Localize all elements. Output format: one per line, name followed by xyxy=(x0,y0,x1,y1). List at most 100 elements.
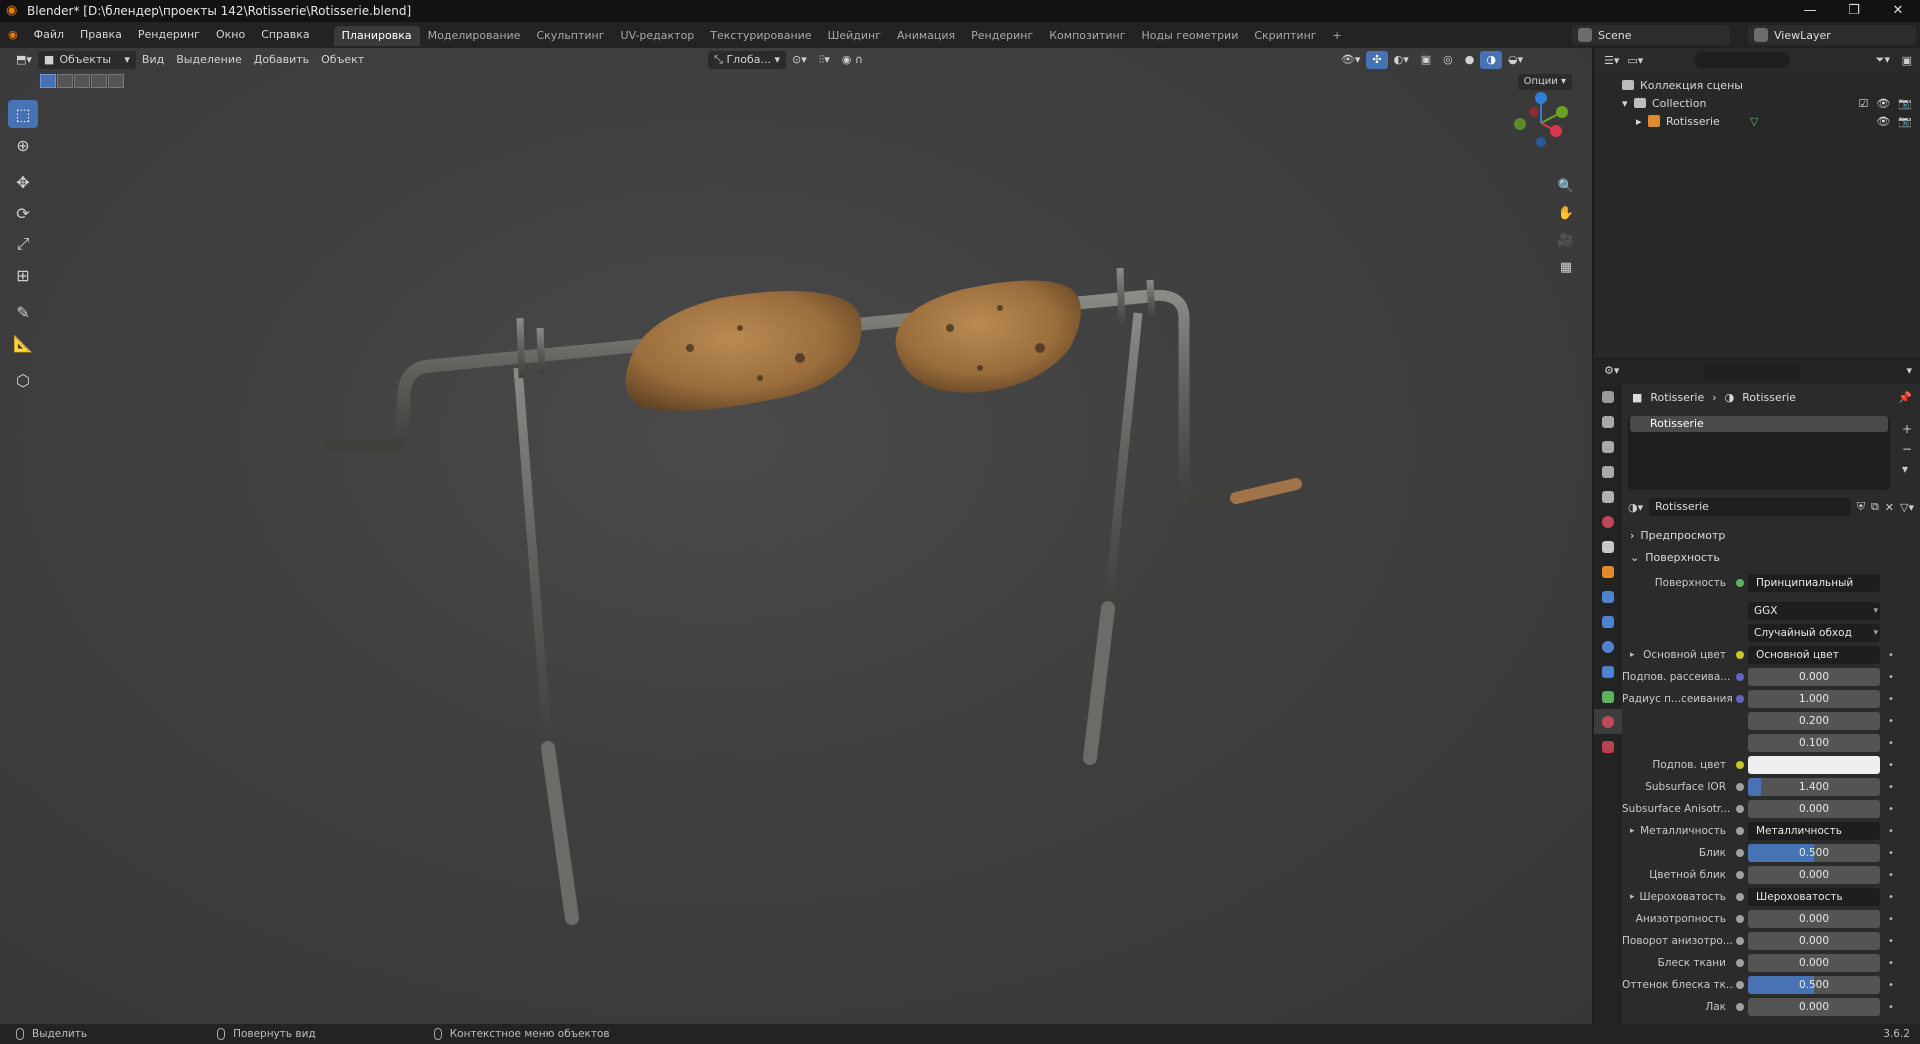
tab-texture-paint[interactable]: Текстурирование xyxy=(702,26,819,46)
outliner-search-input[interactable] xyxy=(1694,52,1790,68)
value-slider[interactable]: 0.000 xyxy=(1748,866,1880,884)
tab-modeling[interactable]: Моделирование xyxy=(420,26,529,46)
keyframe-dot-icon[interactable]: • xyxy=(1888,760,1894,771)
tab-output[interactable] xyxy=(1594,434,1622,459)
snap-icon[interactable]: ⫶⫶▾ xyxy=(813,51,836,69)
material-slot-item[interactable]: Rotisserie xyxy=(1630,416,1888,432)
tab-constraints[interactable] xyxy=(1594,659,1622,684)
expand-arrow-icon[interactable]: ▸ xyxy=(1630,826,1635,836)
menu-add[interactable]: Добавить xyxy=(248,51,315,69)
keyframe-dot-icon[interactable]: • xyxy=(1888,958,1894,969)
pivot-point-icon[interactable]: ⊙▾ xyxy=(786,51,813,69)
add-cube-tool-icon[interactable]: ⬡ xyxy=(8,366,38,394)
menu-help[interactable]: Справка xyxy=(253,22,317,48)
annotate-tool-icon[interactable]: ✎ xyxy=(8,298,38,326)
gizmo-neg-x-axis[interactable] xyxy=(1529,107,1539,117)
value-slider[interactable]: 0.000 xyxy=(1748,998,1880,1016)
linked-input-field[interactable]: Металличность xyxy=(1748,822,1880,840)
material-slot-list[interactable]: Rotisserie xyxy=(1628,416,1890,490)
distribution-select[interactable]: GGX ▾ xyxy=(1748,602,1880,620)
input-socket-icon[interactable] xyxy=(1736,849,1744,857)
input-socket-icon[interactable] xyxy=(1736,651,1744,659)
value-slider[interactable]: 0.000 xyxy=(1748,668,1880,686)
input-socket-icon[interactable] xyxy=(1736,1003,1744,1011)
keyframe-dot-icon[interactable]: • xyxy=(1888,782,1894,793)
keyframe-dot-icon[interactable]: • xyxy=(1888,672,1894,683)
shading-wireframe-icon[interactable]: ◎ xyxy=(1437,51,1459,69)
select-extend-icon[interactable] xyxy=(57,74,73,88)
properties-editor-type-icon[interactable]: ⚙▾ xyxy=(1604,364,1619,377)
menu-object[interactable]: Объект xyxy=(315,51,370,69)
input-socket-icon[interactable] xyxy=(1736,937,1744,945)
scale-tool-icon[interactable]: ⤢ xyxy=(8,230,38,258)
keyframe-dot-icon[interactable]: • xyxy=(1888,826,1894,837)
pin-icon[interactable]: 📌 xyxy=(1898,391,1912,404)
tab-world[interactable] xyxy=(1594,509,1622,534)
tab-collection[interactable] xyxy=(1594,534,1622,559)
keyframe-dot-icon[interactable]: • xyxy=(1888,914,1894,925)
keyframe-dot-icon[interactable]: • xyxy=(1888,892,1894,903)
keyframe-dot-icon[interactable]: • xyxy=(1888,804,1894,815)
tab-uv-editing[interactable]: UV-редактор xyxy=(613,26,703,46)
subsurface-method-select[interactable]: Случайный обход ▾ xyxy=(1748,624,1880,642)
visibility-icon[interactable]: 👁▾ xyxy=(1335,51,1367,69)
render-camera-icon[interactable]: 📷 xyxy=(1898,115,1912,128)
shading-solid-icon[interactable]: ● xyxy=(1459,51,1481,69)
add-workspace-icon[interactable]: + xyxy=(1325,26,1350,46)
grid-perspective-icon[interactable]: ▦ xyxy=(1554,255,1578,279)
menu-window[interactable]: Окно xyxy=(208,22,253,48)
material-name-field[interactable]: Rotisserie xyxy=(1649,498,1851,516)
shader-socket-icon[interactable] xyxy=(1736,579,1744,587)
color-swatch[interactable] xyxy=(1748,756,1880,774)
tab-view-layer[interactable] xyxy=(1594,459,1622,484)
measure-tool-icon[interactable]: 📐 xyxy=(8,329,38,357)
tab-compositing[interactable]: Композитинг xyxy=(1041,26,1133,46)
add-slot-icon[interactable]: + xyxy=(1902,422,1912,436)
close-icon[interactable]: ✕ xyxy=(1876,0,1920,22)
unlink-material-icon[interactable]: ✕ xyxy=(1885,501,1894,514)
input-socket-icon[interactable] xyxy=(1736,695,1744,703)
overlays-icon[interactable]: ◐▾ xyxy=(1388,51,1415,69)
select-intersect-icon[interactable] xyxy=(108,74,124,88)
tab-object[interactable] xyxy=(1594,559,1622,584)
scene-selector[interactable]: Scene xyxy=(1572,25,1730,45)
input-socket-icon[interactable] xyxy=(1736,959,1744,967)
transform-tool-icon[interactable]: ⊞ xyxy=(8,261,38,289)
3d-viewport[interactable]: ⬒▾ ■ Объекты ▾ Вид Выделение Добавить Об… xyxy=(0,48,1592,1024)
collapse-arrow-icon[interactable]: ▾ xyxy=(1622,97,1634,110)
properties-search-input[interactable] xyxy=(1704,364,1800,380)
eye-icon[interactable]: 👁 xyxy=(1876,97,1890,110)
tab-texture[interactable] xyxy=(1594,734,1622,759)
slot-menu-icon[interactable]: ▾ xyxy=(1902,462,1912,476)
pan-hand-icon[interactable]: ✋ xyxy=(1554,201,1578,225)
select-invert-icon[interactable] xyxy=(91,74,107,88)
value-slider[interactable]: 0.000 xyxy=(1748,910,1880,928)
tab-data[interactable] xyxy=(1594,684,1622,709)
linked-input-field[interactable]: Основной цвет xyxy=(1748,646,1880,664)
value-slider[interactable]: 1.400 xyxy=(1748,778,1880,796)
material-browse-icon[interactable]: ◑▾ xyxy=(1628,501,1643,514)
tab-render[interactable] xyxy=(1594,409,1622,434)
keyframe-dot-icon[interactable]: • xyxy=(1888,936,1894,947)
view-layer-selector[interactable]: ViewLayer xyxy=(1748,25,1916,45)
input-socket-icon[interactable] xyxy=(1736,871,1744,879)
keyframe-dot-icon[interactable]: • xyxy=(1888,716,1894,727)
transform-orientation-select[interactable]: ⤡ Глоба... ▾ xyxy=(708,51,786,69)
outliner-scene-collection[interactable]: Коллекция сцены xyxy=(1594,76,1920,94)
value-slider[interactable]: 0.000 xyxy=(1748,954,1880,972)
value-slider[interactable]: 0.100 xyxy=(1748,734,1880,752)
tab-animation[interactable]: Анимация xyxy=(889,26,963,46)
tab-physics[interactable] xyxy=(1594,634,1622,659)
input-socket-icon[interactable] xyxy=(1736,915,1744,923)
gizmo-toggle-icon[interactable]: ✣ xyxy=(1366,51,1388,69)
select-subtract-icon[interactable] xyxy=(74,74,90,88)
surface-shader-field[interactable]: Принципиальный BSDF xyxy=(1748,574,1880,592)
duplicate-material-icon[interactable]: ⧉ xyxy=(1871,500,1879,514)
interaction-mode-select[interactable]: ■ Объекты ▾ xyxy=(37,51,136,69)
input-socket-icon[interactable] xyxy=(1736,783,1744,791)
gizmo-x-axis[interactable] xyxy=(1550,125,1562,137)
menu-edit[interactable]: Правка xyxy=(72,22,130,48)
input-socket-icon[interactable] xyxy=(1736,761,1744,769)
cursor-tool-icon[interactable]: ⊕ xyxy=(8,131,38,159)
select-new-icon[interactable] xyxy=(40,74,56,88)
